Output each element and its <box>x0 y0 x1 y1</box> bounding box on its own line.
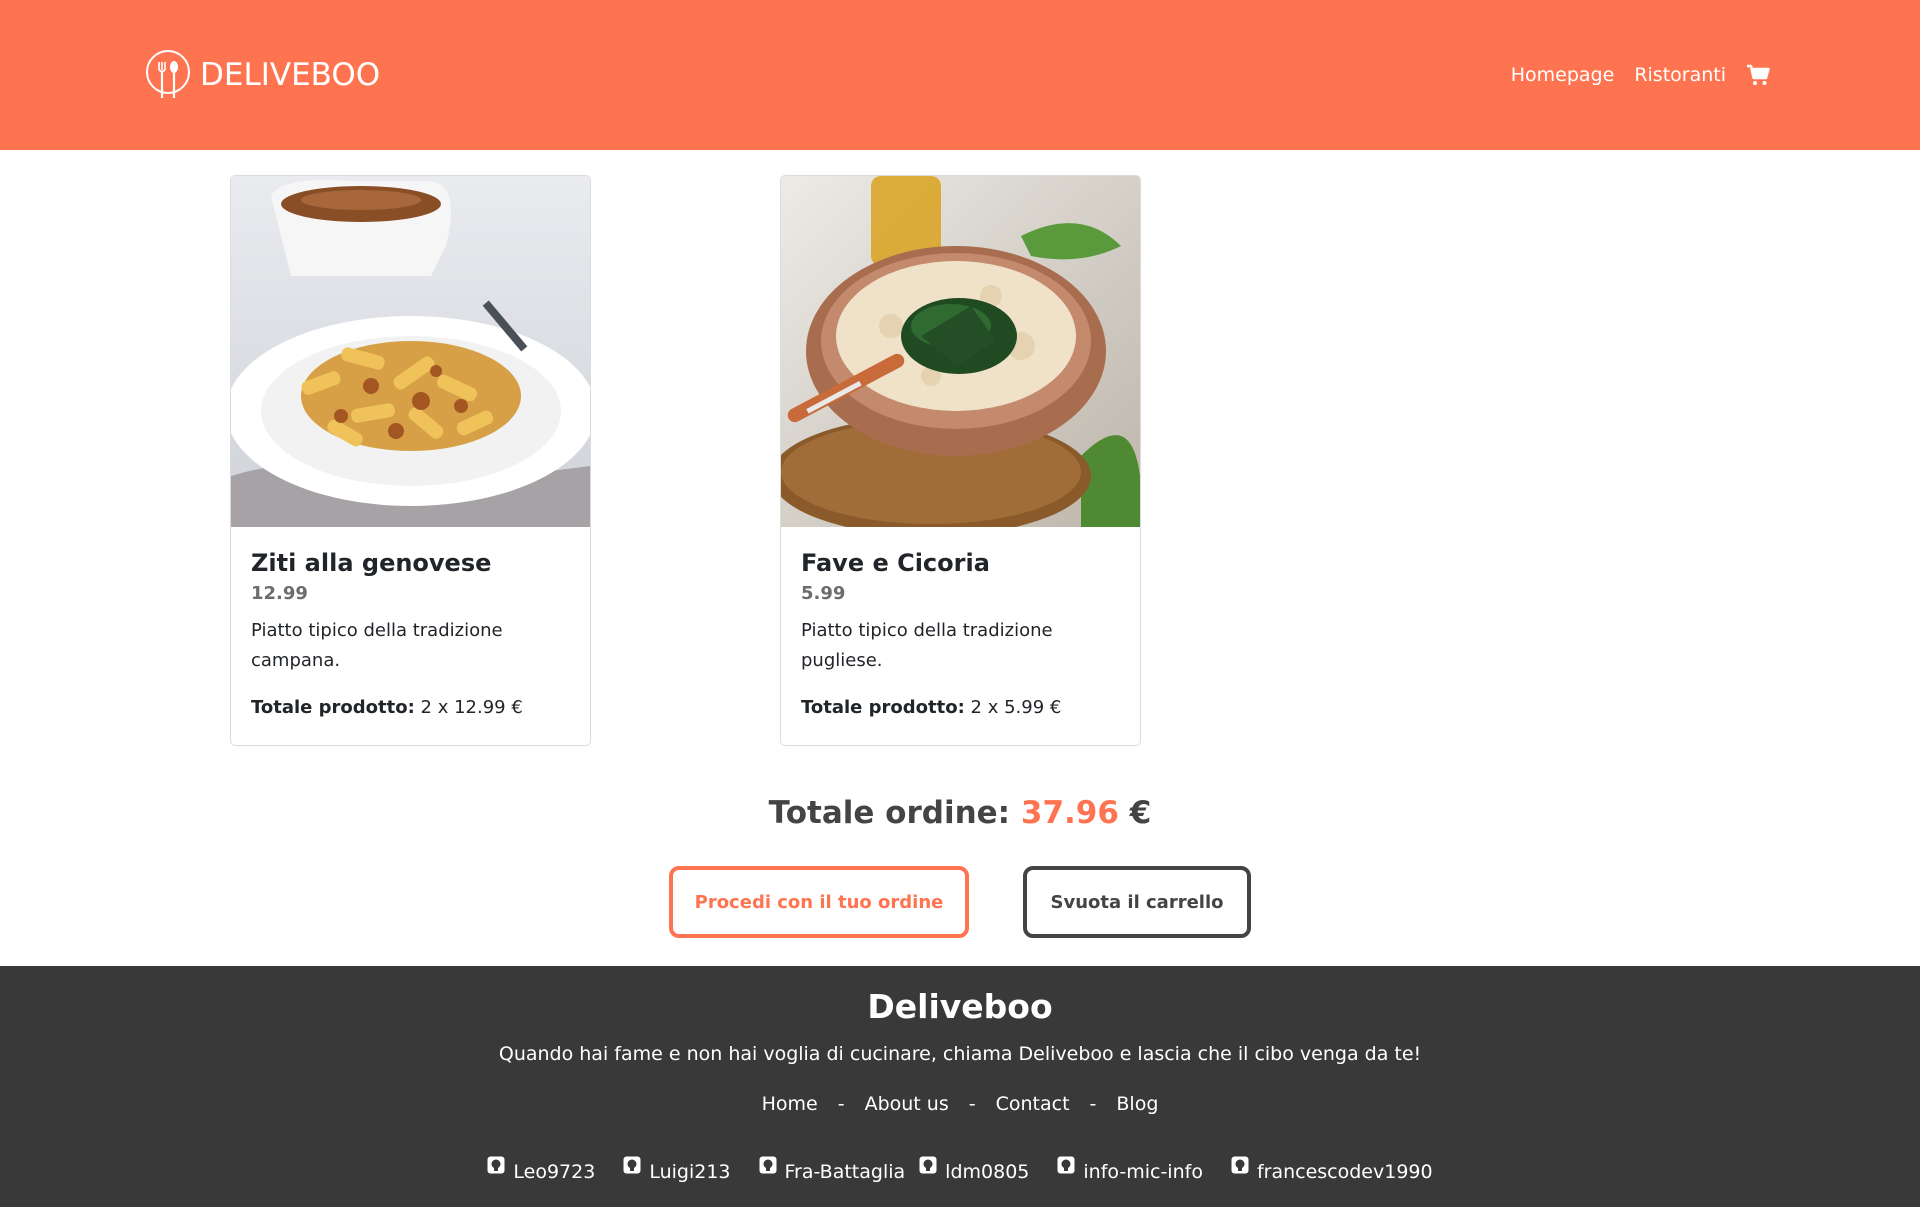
fork-spoon-logo-icon <box>146 50 190 98</box>
dish-price: 5.99 <box>801 583 846 604</box>
cart-item-card: Fave e Cicoria 5.99 Piatto tipico della … <box>780 175 1141 746</box>
product-total: Totale prodotto: 2 x 5.99 € <box>801 695 1124 721</box>
footer-link-about[interactable]: About us <box>865 1090 949 1118</box>
github-icon <box>919 1156 937 1174</box>
developer-username: ldm0805 <box>945 1161 1030 1183</box>
dish-description: Piatto tipico della tradizione pugliese. <box>801 620 1053 671</box>
dish-name: Ziti alla genovese <box>251 549 492 577</box>
site-header: DELIVEBOO Homepage Ristoranti <box>0 0 1920 150</box>
order-total-label: Totale ordine: <box>768 795 1011 831</box>
developer-link[interactable]: Leo9723 <box>487 1156 596 1186</box>
main-nav: Homepage Ristoranti <box>1491 58 1770 92</box>
footer-title: Deliveboo <box>867 987 1053 1026</box>
github-icon <box>487 1156 505 1174</box>
product-total-value: 2 x 12.99 € <box>420 697 523 718</box>
dish-description: Piatto tipico della tradizione campana. <box>251 620 503 671</box>
developer-username: Fra-Battaglia <box>784 1161 906 1183</box>
developer-username: info-mic-info <box>1083 1161 1203 1183</box>
dish-image <box>231 176 590 527</box>
developer-link[interactable]: Fra-Battaglia <box>759 1156 906 1186</box>
developer-username: Leo9723 <box>513 1161 596 1183</box>
order-total: Totale ordine: 37.96 € <box>0 790 1920 836</box>
brand-name: DELIVEBOO <box>200 57 381 93</box>
footer-link-separator: - <box>1089 1093 1097 1115</box>
cart-item-card: Ziti alla genovese 12.99 Piatto tipico d… <box>230 175 591 746</box>
footer-link-separator: - <box>837 1093 845 1115</box>
shopping-cart-icon[interactable] <box>1746 64 1770 86</box>
github-icon <box>1057 1156 1075 1174</box>
nav-restaurants-link[interactable]: Ristoranti <box>1634 64 1726 86</box>
card-body: Ziti alla genovese 12.99 Piatto tipico d… <box>251 547 574 721</box>
site-footer: Deliveboo Quando hai fame e non hai vogl… <box>0 966 1920 1207</box>
order-total-currency: € <box>1129 795 1152 831</box>
order-total-amount: 37.96 <box>1020 795 1119 831</box>
footer-link-contact[interactable]: Contact <box>996 1090 1070 1118</box>
dish-price: 12.99 <box>251 583 308 604</box>
product-total-label: Totale prodotto: <box>251 697 415 718</box>
footer-link-home[interactable]: Home <box>762 1090 818 1118</box>
github-icon <box>759 1156 776 1174</box>
developer-username: Luigi213 <box>649 1161 731 1183</box>
empty-cart-button[interactable]: Svuota il carrello <box>1023 866 1251 938</box>
nav-homepage-link[interactable]: Homepage <box>1511 64 1615 86</box>
card-body: Fave e Cicoria 5.99 Piatto tipico della … <box>801 547 1124 721</box>
dish-image <box>781 176 1140 527</box>
github-icon <box>623 1156 641 1174</box>
developer-link[interactable]: info-mic-info <box>1057 1156 1203 1186</box>
footer-tagline: Quando hai fame e non hai voglia di cuci… <box>498 1043 1422 1065</box>
developer-link[interactable]: francescodev1990 <box>1231 1156 1433 1186</box>
footer-links: Home - About us - Contact - Blog <box>0 1090 1920 1118</box>
product-total-value: 2 x 5.99 € <box>970 697 1062 718</box>
developer-username: francescodev1990 <box>1256 1161 1433 1183</box>
footer-link-blog[interactable]: Blog <box>1116 1090 1158 1118</box>
product-total: Totale prodotto: 2 x 12.99 € <box>251 695 574 721</box>
proceed-order-button[interactable]: Procedi con il tuo ordine <box>669 866 969 938</box>
github-icon <box>1231 1156 1249 1174</box>
developer-link[interactable]: Luigi213 <box>623 1156 731 1186</box>
developer-link[interactable]: ldm0805 <box>919 1156 1030 1186</box>
developer-list: Leo9723 Luigi213 Fra-Battaglia ldm0805 i… <box>0 1156 1920 1186</box>
dish-name: Fave e Cicoria <box>801 549 990 577</box>
footer-link-separator: - <box>968 1093 976 1115</box>
product-total-label: Totale prodotto: <box>801 697 965 718</box>
brand-logo-link[interactable]: DELIVEBOO <box>144 48 380 102</box>
